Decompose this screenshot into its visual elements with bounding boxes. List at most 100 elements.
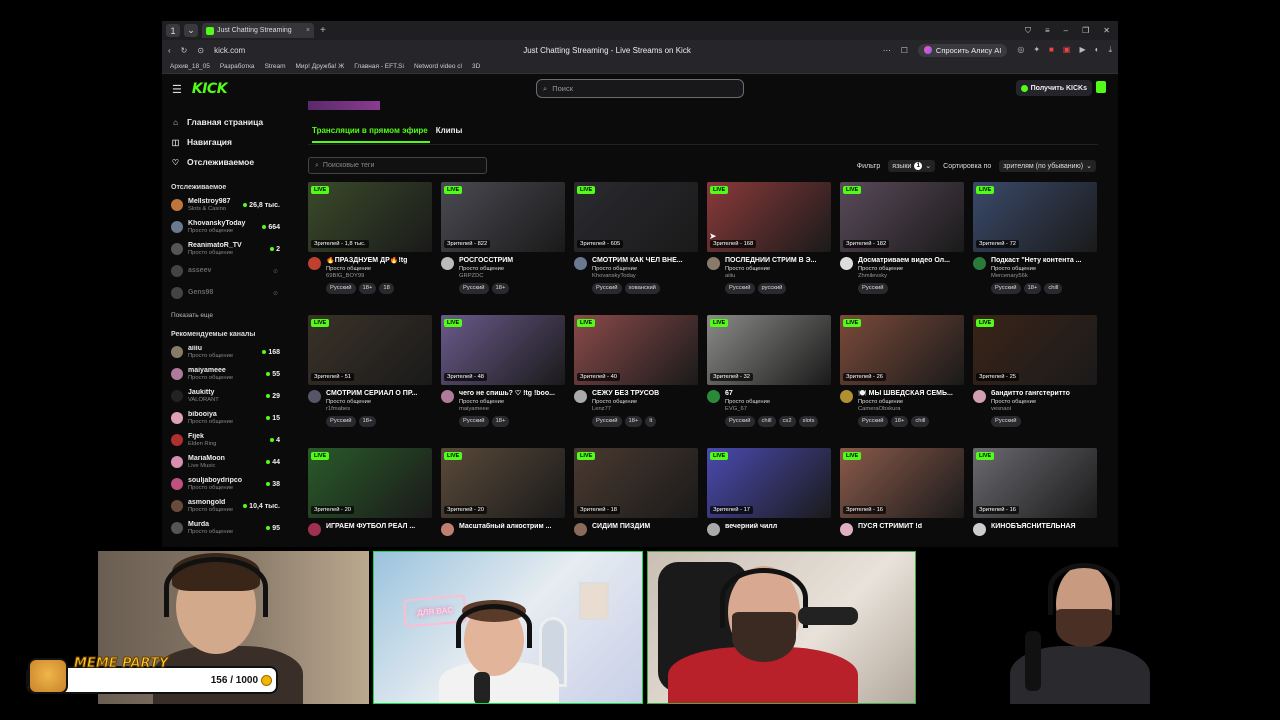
- stream-title[interactable]: вечерний чилл: [725, 523, 831, 531]
- avatar[interactable]: [840, 257, 853, 270]
- sidebar-channel[interactable]: souljaboydripco Просто общение 38: [171, 473, 290, 495]
- stream-category[interactable]: Просто общение: [592, 399, 698, 406]
- tag-chip[interactable]: Русский: [991, 416, 1021, 428]
- url-field[interactable]: kick.com: [214, 46, 245, 55]
- stream-username[interactable]: Lenz77: [592, 406, 698, 413]
- stream-category[interactable]: Просто общение: [991, 266, 1097, 273]
- tag-chip[interactable]: 18+: [624, 416, 643, 428]
- tag-chip[interactable]: Русский: [991, 283, 1021, 295]
- ask-alice-button[interactable]: Спросить Алису AI: [917, 43, 1008, 57]
- tag-chip[interactable]: Русский: [459, 416, 489, 428]
- download-icon[interactable]: ⤓: [1108, 45, 1112, 55]
- tag-chip[interactable]: Русский: [592, 283, 622, 295]
- bookmark-item[interactable]: Архив_18_05: [170, 63, 210, 70]
- sidebar-channel[interactable]: Jaukitty VALORANT 29: [171, 385, 290, 407]
- avatar[interactable]: [973, 257, 986, 270]
- stream-category[interactable]: Просто общение: [592, 266, 698, 273]
- stream-thumbnail[interactable]: LIVE Зрителей - 17: [707, 448, 831, 518]
- tag-chip[interactable]: 18: [379, 283, 394, 295]
- back-icon[interactable]: ‹: [168, 46, 171, 55]
- tab-close-icon[interactable]: ×: [306, 27, 310, 34]
- stream-thumbnail[interactable]: LIVE Зрителей - 182: [840, 182, 964, 252]
- tab-clips[interactable]: Клипы: [436, 126, 463, 135]
- more-icon[interactable]: ⋯: [883, 46, 891, 55]
- lightbulb-icon[interactable]: ◎: [1017, 45, 1024, 55]
- stream-category[interactable]: Просто общение: [459, 399, 565, 406]
- kick-account-icon[interactable]: [1096, 81, 1106, 93]
- tag-search-input[interactable]: ⌕ Поисковые теги: [308, 157, 487, 174]
- avatar[interactable]: [973, 390, 986, 403]
- tag-chip[interactable]: Русский: [592, 416, 622, 428]
- stream-thumbnail[interactable]: LIVE Зрителей - 72: [973, 182, 1097, 252]
- maximize-button[interactable]: ❐: [1082, 26, 1089, 36]
- avatar[interactable]: [840, 390, 853, 403]
- stream-card[interactable]: LIVE Зрителей - 17 вечерний чилл: [707, 448, 831, 547]
- sidebar-channel[interactable]: ReanimatoR_TV Просто общение 2: [171, 238, 290, 260]
- stream-username[interactable]: maiyameee: [459, 406, 565, 413]
- avatar[interactable]: [707, 257, 720, 270]
- hamburger-menu-icon[interactable]: ☰: [172, 83, 182, 96]
- avatar[interactable]: [441, 257, 454, 270]
- avatar[interactable]: [574, 523, 587, 536]
- stream-title[interactable]: СИДИМ ПИЗДИМ: [592, 523, 698, 531]
- show-more-link[interactable]: Показать еще: [171, 312, 290, 319]
- stream-card[interactable]: LIVE Зрителей - 20 ИГРАЕМ ФУТБОЛ РЕАЛ ...: [308, 448, 432, 547]
- tag-chip[interactable]: 18+: [491, 283, 510, 295]
- sidebar-channel[interactable]: Murda Просто общение 95: [171, 517, 290, 539]
- stream-username[interactable]: 69BIG_BOY99: [326, 273, 432, 280]
- stream-category[interactable]: Просто общение: [459, 266, 565, 273]
- stream-title[interactable]: 67: [725, 390, 831, 398]
- avatar[interactable]: [840, 523, 853, 536]
- tag-chip[interactable]: Русский: [725, 283, 755, 295]
- stream-title[interactable]: Масштабный алкострим ...: [459, 523, 565, 531]
- stream-thumbnail[interactable]: LIVE Зрителей - 25: [973, 315, 1097, 385]
- stream-category[interactable]: Просто общение: [326, 399, 432, 406]
- stream-title[interactable]: ПУСЯ СТРИМИТ !d: [858, 523, 964, 531]
- new-tab-button[interactable]: +: [320, 25, 326, 36]
- tag-chip[interactable]: 18+: [358, 416, 377, 428]
- stream-title[interactable]: РОСГОССТРИМ: [459, 257, 565, 265]
- extension-icon[interactable]: ▣: [1063, 45, 1071, 55]
- stream-card[interactable]: LIVE Зрителей - 25 бандитто гангстеритто Пр…: [973, 315, 1097, 448]
- stream-category[interactable]: Просто общение: [858, 399, 964, 406]
- stream-thumbnail[interactable]: LIVE Зрителей - 32: [707, 315, 831, 385]
- stream-thumbnail[interactable]: LIVE Зрителей - 16: [840, 448, 964, 518]
- sidebar-channel[interactable]: Fijek Elden Ring 4: [171, 429, 290, 451]
- stream-category[interactable]: Просто общение: [858, 266, 964, 273]
- stream-username[interactable]: EVG_67: [725, 406, 831, 413]
- get-kicks-button[interactable]: Получить KICKs: [1015, 80, 1092, 96]
- menu-icon[interactable]: ≡: [1045, 26, 1050, 36]
- avatar[interactable]: [308, 523, 321, 536]
- stream-card[interactable]: LIVE Зрителей - 182 Досматриваем видео Ол.…: [840, 182, 964, 315]
- stream-title[interactable]: КИНОБЪЯСНИТЕЛЬНАЯ: [991, 523, 1097, 531]
- stream-card[interactable]: LIVE Зрителей - 18 СИДИМ ПИЗДИМ: [574, 448, 698, 547]
- reload-icon[interactable]: ↻: [181, 46, 188, 55]
- tag-chip[interactable]: Русский: [858, 283, 888, 295]
- tag-chip[interactable]: Русский: [459, 283, 489, 295]
- tag-chip[interactable]: Русский: [326, 416, 356, 428]
- sidebar-channel[interactable]: maiyameee Просто общение 55: [171, 363, 290, 385]
- stream-thumbnail[interactable]: LIVE Зрителей - 40: [574, 315, 698, 385]
- stream-thumbnail[interactable]: LIVE Зрителей - 822: [441, 182, 565, 252]
- stream-card[interactable]: LIVE Зрителей - 1,8 тыс. 🔥ПРАЗДНУЕМ ДР🔥!tg…: [308, 182, 432, 315]
- stream-thumbnail[interactable]: LIVE Зрителей - 16: [973, 448, 1097, 518]
- stream-thumbnail[interactable]: LIVE Зрителей - 51: [308, 315, 432, 385]
- stream-card[interactable]: LIVE Зрителей - 605 СМОТРИМ КАК ЧЕЛ ВНЕ...…: [574, 182, 698, 315]
- avatar[interactable]: [707, 390, 720, 403]
- tag-chip[interactable]: 18+: [890, 416, 909, 428]
- stream-thumbnail[interactable]: LIVE Зрителей - 20: [308, 448, 432, 518]
- tag-chip[interactable]: Русский: [326, 283, 356, 295]
- languages-filter[interactable]: языки 1 ⌄: [888, 160, 936, 172]
- tab-live-streams[interactable]: Трансляции в прямом эфире: [312, 126, 428, 135]
- stream-username[interactable]: Zhmilevsky: [858, 273, 964, 280]
- bookmark-folder[interactable]: Разработка: [220, 63, 255, 70]
- avatar[interactable]: [973, 523, 986, 536]
- stream-card[interactable]: LIVE Зрителей - 72 Подкаст "Нету контента …: [973, 182, 1097, 315]
- stream-title[interactable]: ИГРАЕМ ФУТБОЛ РЕАЛ ...: [326, 523, 432, 531]
- stream-title[interactable]: чего не спишь? ♡ !tg !boo...: [459, 390, 565, 398]
- stream-title[interactable]: СЕЖУ БЕЗ ТРУСОВ: [592, 390, 698, 398]
- minimize-button[interactable]: –: [1064, 26, 1068, 36]
- stream-thumbnail[interactable]: LIVE Зрителей - 48: [441, 315, 565, 385]
- avatar[interactable]: [441, 390, 454, 403]
- sidebar-channel[interactable]: MariaMoon Live Music 44: [171, 451, 290, 473]
